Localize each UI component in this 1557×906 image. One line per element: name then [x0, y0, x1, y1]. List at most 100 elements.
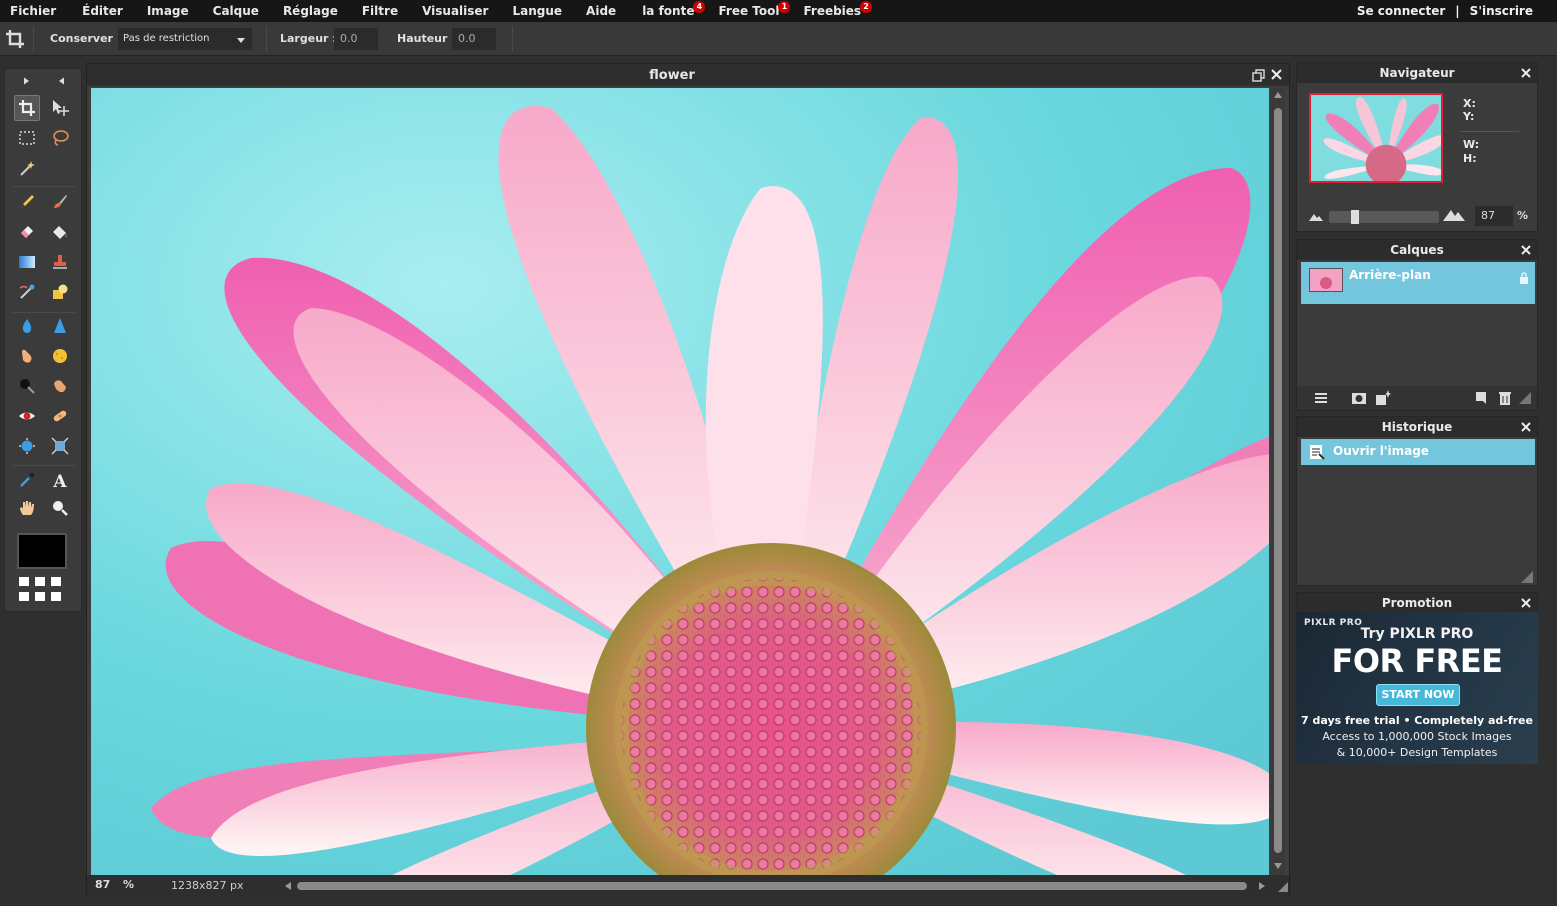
zoom-tool[interactable]	[47, 495, 73, 521]
menu-fichier[interactable]: Fichier	[10, 4, 56, 18]
foreground-color-swatch[interactable]	[17, 533, 67, 569]
navigator-thumbnail[interactable]	[1309, 93, 1443, 183]
layer-name: Arrière-plan	[1349, 268, 1431, 282]
sponge-icon	[53, 349, 67, 363]
resize-grip-icon[interactable]	[1276, 880, 1288, 892]
menu-aide[interactable]: Aide	[586, 4, 616, 18]
scroll-thumb[interactable]	[1274, 108, 1282, 853]
sponge-tool[interactable]	[47, 343, 73, 369]
signup-link[interactable]: S'inscrire	[1470, 4, 1533, 18]
svg-text:A: A	[52, 472, 67, 489]
smudge-tool[interactable]	[14, 343, 40, 369]
menu-langue[interactable]: Langue	[512, 4, 562, 18]
drop-icon	[22, 319, 32, 333]
zoom-out-mountain-icon[interactable]	[1309, 211, 1323, 221]
resize-grip-icon[interactable]	[1521, 571, 1533, 583]
menu-image[interactable]: Image	[147, 4, 189, 18]
vertical-scrollbar[interactable]	[1271, 88, 1285, 875]
zoom-value-input[interactable]: 87	[95, 878, 110, 891]
zoom-in-mountain-icon[interactable]	[1443, 207, 1465, 221]
dodge-tool[interactable]	[47, 373, 73, 399]
promo-banner[interactable]: PIXLR PRO Try PIXLR PRO FOR FREE START N…	[1296, 612, 1538, 764]
close-icon[interactable]	[1521, 245, 1531, 255]
restore-window-icon[interactable]	[1252, 69, 1265, 82]
auth-separator: |	[1455, 4, 1460, 18]
navigator-zoom-input[interactable]: 87	[1475, 206, 1513, 226]
scroll-thumb[interactable]	[297, 882, 1247, 890]
clone-stamp-tool[interactable]	[47, 249, 73, 275]
layer-effects-icon[interactable]	[1375, 390, 1391, 406]
red-eye-tool[interactable]	[14, 403, 40, 429]
burn-tool[interactable]	[14, 373, 40, 399]
spot-heal-tool[interactable]	[47, 403, 73, 429]
magic-wand-tool[interactable]	[14, 155, 40, 181]
scroll-down-icon[interactable]	[1274, 863, 1282, 869]
eraser-tool[interactable]	[14, 219, 40, 245]
close-icon[interactable]	[1270, 68, 1283, 81]
blur-tool[interactable]	[14, 313, 40, 339]
layer-settings-icon[interactable]	[1313, 390, 1329, 406]
history-row[interactable]: Ouvrir l'image	[1301, 439, 1535, 465]
paint-bucket-tool[interactable]	[47, 219, 73, 245]
zoom-slider-knob[interactable]	[1351, 210, 1359, 224]
close-icon[interactable]	[1521, 422, 1531, 432]
color-replace-tool[interactable]	[14, 279, 40, 305]
menu-free-tool[interactable]: Free Tool 1	[718, 1, 791, 18]
sharpen-tool[interactable]	[47, 313, 73, 339]
menu-visualiser[interactable]: Visualiser	[422, 4, 488, 18]
gradient-tool[interactable]	[14, 249, 40, 275]
pinch-tool[interactable]	[47, 433, 73, 459]
shape-icon	[53, 284, 68, 299]
menu-freebies[interactable]: Freebies 2	[803, 1, 873, 18]
layer-row[interactable]: Arrière-plan	[1301, 262, 1535, 304]
scroll-right-icon[interactable]	[1259, 882, 1265, 890]
menu-filtre[interactable]: Filtre	[362, 4, 398, 18]
new-layer-icon[interactable]	[1473, 390, 1489, 406]
move-tool[interactable]	[47, 95, 73, 121]
trash-icon[interactable]	[1497, 390, 1513, 406]
zoom-slider[interactable]	[1329, 210, 1439, 224]
menu-la-fonte[interactable]: la fonte 4	[642, 1, 706, 18]
menu-reglage[interactable]: Réglage	[283, 4, 338, 18]
bloat-tool[interactable]	[14, 433, 40, 459]
navigator-header[interactable]: Navigateur	[1297, 63, 1537, 83]
horizontal-scrollbar[interactable]	[285, 880, 1265, 892]
view-grid-icon[interactable]	[17, 575, 71, 605]
scroll-up-icon[interactable]	[1274, 92, 1282, 98]
layers-header[interactable]: Calques	[1297, 240, 1537, 260]
burn-icon	[20, 379, 35, 394]
height-input[interactable]: 0.0	[452, 28, 496, 50]
history-header[interactable]: Historique	[1297, 417, 1537, 437]
pixlr-editor: Fichier Éditer Image Calque Réglage Filt…	[0, 0, 1557, 906]
crop-tool[interactable]	[14, 95, 40, 121]
layer-mask-icon[interactable]	[1351, 390, 1367, 406]
constraint-select[interactable]: Pas de restriction	[118, 28, 252, 50]
login-link[interactable]: Se connecter	[1357, 4, 1445, 18]
close-icon[interactable]	[1521, 68, 1531, 78]
menu-editer[interactable]: Éditer	[82, 4, 123, 18]
type-tool[interactable]: A	[47, 467, 73, 493]
brush-tool[interactable]	[47, 189, 73, 215]
resize-grip-icon[interactable]	[1519, 392, 1531, 404]
close-icon[interactable]	[1521, 598, 1531, 608]
paint-bucket-icon	[53, 226, 67, 239]
hand-icon	[20, 501, 34, 515]
promo-headline: Try PIXLR PRO	[1360, 626, 1474, 642]
pencil-tool[interactable]	[14, 189, 40, 215]
lasso-tool[interactable]	[47, 125, 73, 151]
document-title: flower	[649, 68, 695, 83]
promotion-header[interactable]: Promotion	[1297, 593, 1537, 613]
lock-icon[interactable]	[1519, 272, 1529, 284]
layers-panel: Calques Arrière-plan	[1296, 239, 1538, 411]
width-input[interactable]: 0.0	[334, 28, 378, 50]
history-title: Historique	[1381, 420, 1453, 434]
menu-calque[interactable]: Calque	[213, 4, 259, 18]
start-now-button[interactable]: START NOW	[1376, 684, 1460, 706]
color-picker-tool[interactable]	[14, 467, 40, 493]
shape-tool[interactable]	[47, 279, 73, 305]
scroll-left-icon[interactable]	[285, 882, 291, 890]
marquee-tool[interactable]	[14, 125, 40, 151]
document-titlebar[interactable]: flower	[87, 64, 1289, 86]
hand-tool[interactable]	[14, 495, 40, 521]
image-canvas[interactable]	[91, 88, 1269, 875]
